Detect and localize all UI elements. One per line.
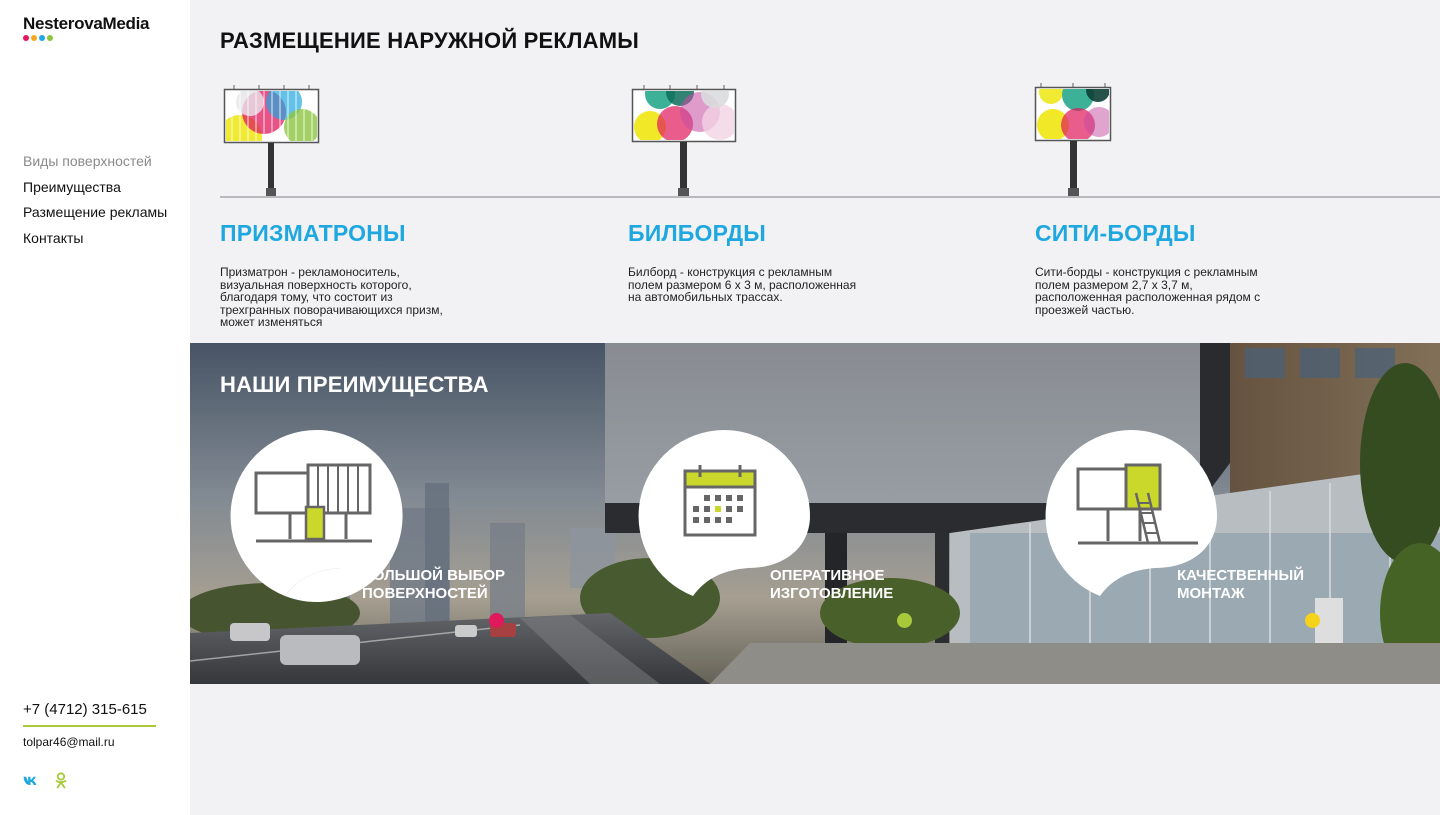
type-title-citiboards: СИТИ-БОРДЫ [1035, 220, 1196, 246]
type-desc-prismatrons: Призматрон - рекламоноситель, визуальная… [220, 266, 443, 329]
advantage-line: ИЗГОТОВЛЕНИЕ [770, 585, 894, 602]
advantage-label-choice: БОЛЬШОЙ ВЫБОР ПОВЕРХНОСТЕЙ [362, 567, 505, 603]
billboard-illustration [631, 85, 737, 197]
logo-dot [39, 35, 45, 41]
desc-line: проезжей частью. [1035, 302, 1135, 317]
desc-line: Призматрон - рекламоноситель, [220, 265, 400, 279]
advantage-dot [489, 613, 504, 628]
advantage-label-speed: ОПЕРАТИВНОЕ ИЗГОТОВЛЕНИЕ [770, 567, 893, 603]
billboards-icon [254, 463, 372, 543]
logo-dots [23, 35, 149, 41]
advantages-section: НАШИ ПРЕИМУЩЕСТВА БОЛЬШОЙ ВЫБОР ПОВЕРХНО… [190, 343, 1440, 684]
desc-line: Сити-борды - конструкция с рекламным [1035, 265, 1258, 279]
nav-item-contacts[interactable]: Контакты [23, 226, 167, 252]
advantage-label-installation: КАЧЕСТВЕННЫЙ МОНТАЖ [1177, 567, 1304, 603]
sidebar: NesterovaMedia Виды поверхностей Преимущ… [0, 0, 190, 815]
contacts: +7 (4712) 315-615 tolpar46@mail.ru [23, 701, 156, 749]
type-title-billboards: БИЛБОРДЫ [628, 220, 767, 246]
advantage-dot [897, 613, 912, 628]
calendar-icon [683, 465, 757, 537]
nav-item-surface-types[interactable]: Виды поверхностей [23, 149, 167, 175]
type-title-prismatrons: ПРИЗМАТРОНЫ [220, 220, 406, 246]
sidebar-nav: Виды поверхностей Преимущества Размещени… [23, 149, 167, 251]
prismatron-illustration [223, 85, 320, 197]
logo[interactable]: NesterovaMedia [23, 14, 150, 41]
type-desc-billboards: Билборд - конструкция с рекламным полем … [628, 266, 856, 304]
desc-line: расположенная расположенная рядом с [1035, 290, 1261, 304]
logo-dot [23, 35, 29, 41]
logo-dot [31, 35, 37, 41]
ground-line [220, 196, 1440, 198]
phone-link[interactable]: +7 (4712) 315-615 [23, 701, 156, 727]
desc-line: на автомобильных трассах. [628, 290, 783, 304]
advantage-line: БОЛЬШОЙ ВЫБОР [362, 567, 506, 584]
desc-line: Билборд - конструкция с рекламным [628, 265, 833, 279]
desc-line: может изменяться [220, 315, 323, 329]
advantage-dot [1305, 613, 1320, 628]
logo-dot [47, 35, 53, 41]
installation-icon [1076, 463, 1198, 545]
type-desc-citiboards: Сити-борды - конструкция с рекламным пол… [1035, 266, 1260, 316]
desc-line: благодаря тому, что состоит из [220, 290, 393, 304]
advantage-line: МОНТАЖ [1177, 585, 1245, 602]
vk-icon[interactable] [23, 776, 39, 786]
cityboard-illustration [1034, 83, 1112, 197]
advantage-line: ОПЕРАТИВНОЕ [770, 567, 885, 584]
nav-item-ad-placement[interactable]: Размещение рекламы [23, 200, 167, 226]
advantage-line: ПОВЕРХНОСТЕЙ [362, 585, 488, 602]
section-title-types: РАЗМЕЩЕНИЕ НАРУЖНОЙ РЕКЛАМЫ [220, 28, 640, 53]
nav-item-advantages[interactable]: Преимущества [23, 175, 167, 201]
section-title-advantages: НАШИ ПРЕИМУЩЕСТВА [220, 372, 489, 397]
logo-text: NesterovaMedia [23, 14, 150, 33]
socials [23, 772, 67, 789]
odnoklassniki-icon[interactable] [55, 772, 67, 789]
email-link[interactable]: tolpar46@mail.ru [23, 735, 156, 749]
advantage-line: КАЧЕСТВЕННЫЙ [1177, 567, 1304, 584]
